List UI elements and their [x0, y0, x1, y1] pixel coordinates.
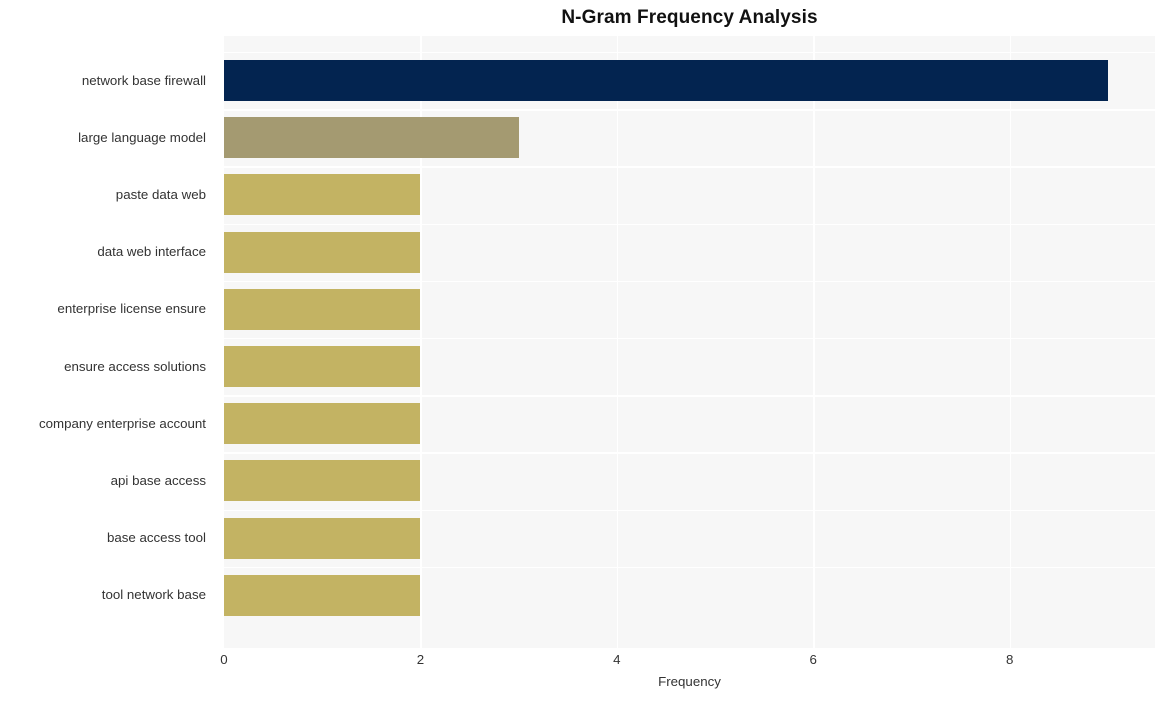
horizontal-gridline — [224, 109, 1155, 111]
chart-figure: N-Gram Frequency Analysis network base f… — [0, 0, 1163, 701]
plot-area — [224, 36, 1155, 648]
bar[interactable] — [224, 574, 421, 616]
y-axis-tick-label: company enterprise account — [38, 415, 206, 431]
bar-row — [224, 338, 1155, 395]
x-axis-tick-labels: 0 2 4 6 8 — [0, 651, 1163, 671]
horizontal-gridline — [224, 566, 1155, 569]
bar[interactable] — [224, 346, 421, 387]
bar-row — [224, 566, 1155, 624]
x-axis-title: Frequency — [658, 674, 721, 689]
bar[interactable] — [224, 517, 421, 559]
horizontal-gridline — [224, 395, 1155, 397]
bar[interactable] — [224, 60, 1108, 101]
x-axis-tick-label: 4 — [613, 652, 621, 667]
chart-title: N-Gram Frequency Analysis — [561, 7, 818, 28]
horizontal-gridline — [224, 166, 1155, 168]
bar[interactable] — [224, 460, 421, 502]
horizontal-gridline — [224, 509, 1155, 511]
y-axis-tick-label: ensure access solutions — [64, 358, 206, 374]
y-axis-tick-label: api base access — [110, 472, 206, 488]
y-axis-tick-label: data web interface — [97, 244, 206, 260]
horizontal-gridline — [224, 452, 1155, 454]
bar-row — [224, 52, 1155, 109]
bar-row — [224, 452, 1155, 509]
horizontal-gridline — [224, 223, 1155, 225]
y-axis-tick-label: base access tool — [106, 530, 206, 546]
y-axis-tick-labels: network base firewall large language mode… — [0, 36, 215, 648]
bar[interactable] — [224, 403, 421, 445]
x-axis-tick-label: 8 — [1005, 652, 1014, 667]
horizontal-gridline — [224, 280, 1155, 283]
x-axis-tick-label: 2 — [416, 652, 425, 667]
bar-row — [224, 166, 1155, 223]
bar-row — [224, 395, 1155, 452]
bar-row — [224, 109, 1155, 166]
y-axis-tick-label: enterprise license ensure — [57, 301, 206, 317]
x-axis-tick-label: 6 — [809, 652, 817, 667]
y-axis-tick-label: tool network base — [101, 587, 206, 603]
y-axis-tick-label: large language model — [78, 129, 206, 145]
bar-row — [224, 223, 1155, 281]
bar[interactable] — [224, 174, 421, 216]
horizontal-gridline — [224, 52, 1155, 54]
horizontal-gridline — [224, 338, 1155, 340]
bar[interactable] — [224, 117, 519, 159]
x-axis-tick-label: 0 — [220, 652, 228, 667]
bar-row — [224, 280, 1155, 338]
bar[interactable] — [224, 231, 421, 273]
bar[interactable] — [224, 288, 421, 330]
y-axis-tick-label: network base firewall — [81, 72, 206, 88]
bar-row — [224, 509, 1155, 567]
y-axis-tick-label: paste data web — [115, 186, 206, 202]
